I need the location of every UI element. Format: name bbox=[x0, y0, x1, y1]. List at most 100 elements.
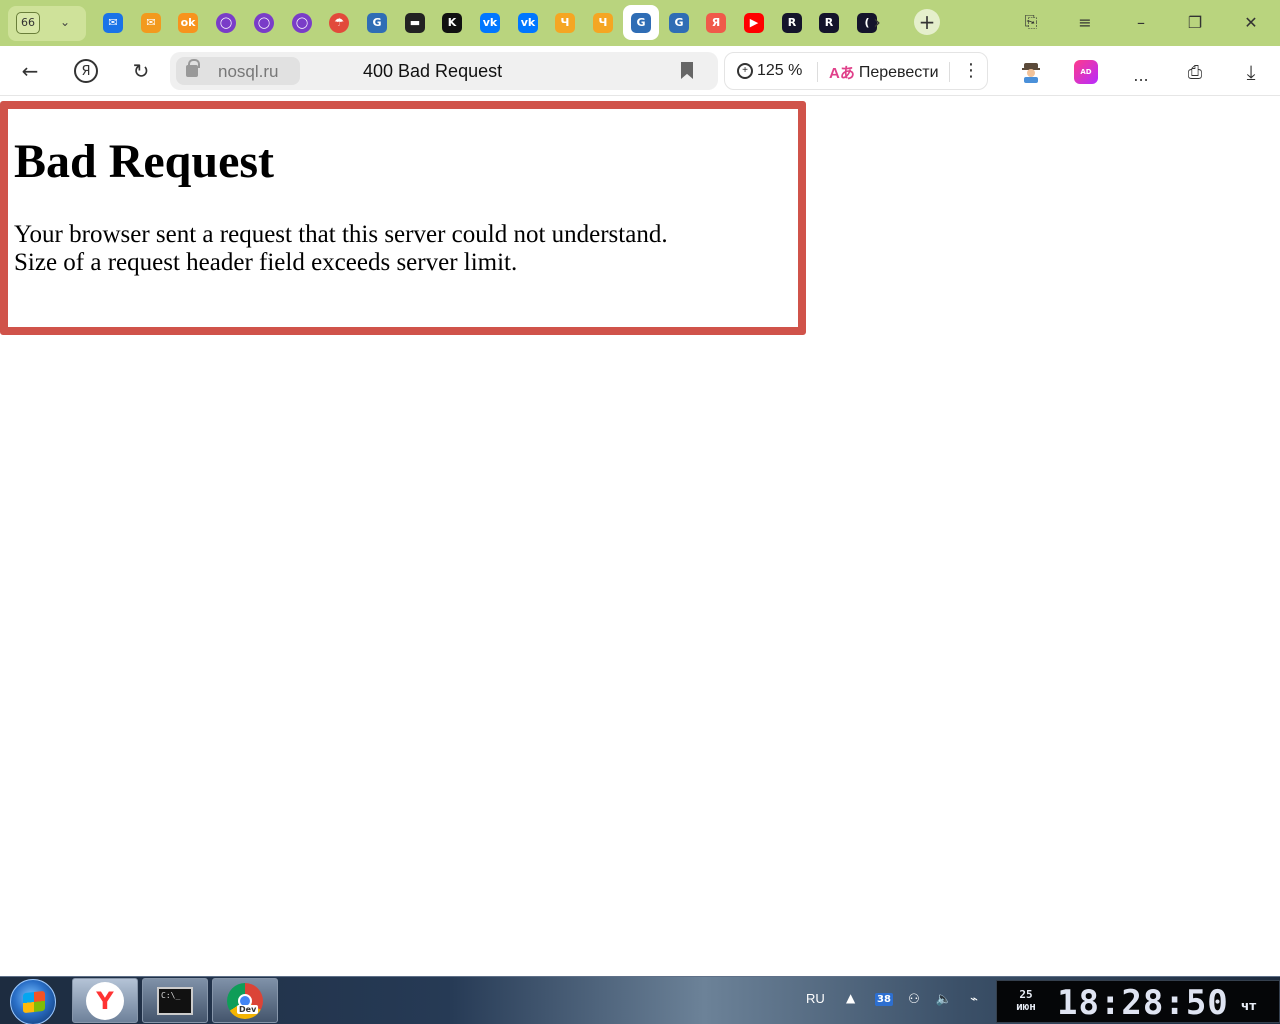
tab-strip: 66 ⌄ ✉ ✉ ok ◯ ◯ ◯ ☂ G ▬ Kvk vk Ч Ч G G Я ▶ R R( › + ⎘ ≡ – … bbox=[0, 0, 1280, 46]
menu-icon[interactable]: ≡ bbox=[1070, 8, 1100, 36]
browser-tab[interactable]: ✉ bbox=[95, 5, 131, 40]
language-indicator[interactable]: RU bbox=[806, 991, 825, 1006]
browser-tab[interactable]: vk bbox=[510, 5, 546, 40]
browser-tab[interactable]: vk bbox=[472, 5, 508, 40]
yandex-home-button[interactable]: Я bbox=[71, 56, 101, 86]
translate-icon: Aあ bbox=[829, 65, 855, 82]
clock-weekday: чт bbox=[1241, 999, 1257, 1013]
ring-icon: ◯ bbox=[254, 12, 274, 33]
browser-tab[interactable]: ▬ bbox=[397, 5, 433, 40]
minimize-button[interactable]: – bbox=[1126, 8, 1156, 36]
doc-icon: G bbox=[669, 12, 689, 33]
terminal-icon: C:\_ bbox=[157, 986, 193, 1015]
browser-tab[interactable]: R bbox=[774, 5, 810, 40]
translate-label: Перевести bbox=[858, 63, 939, 81]
zoom-level: 125 % bbox=[757, 62, 803, 79]
tray-badge-icon[interactable]: 38 bbox=[874, 989, 894, 1009]
rutube-icon: R bbox=[782, 12, 802, 33]
browser-tab[interactable]: G bbox=[661, 5, 697, 40]
doc-icon: G bbox=[367, 12, 387, 33]
back-button[interactable]: ← bbox=[15, 56, 45, 86]
site-info-button[interactable]: nosql.ru bbox=[176, 57, 300, 85]
divider bbox=[817, 62, 818, 82]
browser-tab[interactable]: ◯ bbox=[284, 5, 320, 40]
kebab-menu-icon[interactable]: ⋮ bbox=[962, 60, 980, 81]
browser-tab[interactable]: ☂ bbox=[321, 5, 357, 40]
taskbar-terminal[interactable]: C:\_ bbox=[142, 978, 208, 1023]
bookmark-icon[interactable] bbox=[681, 62, 693, 79]
page-actions: + 125 % Aあ Перевести ⋮ bbox=[724, 52, 988, 90]
download-icon[interactable]: ⤓ bbox=[1238, 59, 1264, 85]
chrome-dev-icon: Dev bbox=[227, 982, 263, 1019]
browser-tab[interactable]: ✉ bbox=[133, 5, 169, 40]
close-window-button[interactable]: ✕ bbox=[1236, 8, 1266, 36]
adblock-extension-icon[interactable]: AD bbox=[1073, 59, 1099, 85]
mail-icon: ✉ bbox=[103, 12, 123, 33]
clock-time: 18:28:50 bbox=[1057, 983, 1229, 1023]
shield-icon: Ч bbox=[593, 12, 613, 33]
browser-tab[interactable]: G bbox=[359, 5, 395, 40]
chevron-right-icon[interactable]: › bbox=[873, 10, 881, 34]
page-content: Bad Request Your browser sent a request … bbox=[0, 101, 806, 335]
browser-tab[interactable]: ◯ bbox=[208, 5, 244, 40]
start-button[interactable] bbox=[10, 979, 56, 1024]
reload-button[interactable]: ↻ bbox=[126, 56, 156, 86]
chevron-down-icon[interactable]: ⌄ bbox=[60, 15, 70, 29]
clock[interactable]: 25 июн 18:28:50 чт bbox=[996, 980, 1280, 1023]
vk-icon: vk bbox=[518, 12, 538, 33]
error-heading: Bad Request bbox=[14, 135, 275, 188]
restore-button[interactable]: ❐ bbox=[1180, 8, 1210, 36]
power-icon[interactable]: ⌁ bbox=[964, 989, 984, 1009]
browser-tab[interactable]: K bbox=[434, 5, 470, 40]
shield-icon: Ч bbox=[555, 12, 575, 33]
yandex-browser-icon: Y bbox=[86, 981, 124, 1020]
ring-icon: ◯ bbox=[216, 12, 236, 33]
address-domain: nosql.ru bbox=[218, 62, 279, 81]
browser-tab[interactable]: Я bbox=[698, 5, 734, 40]
zoom-button[interactable]: + 125 % bbox=[737, 62, 802, 80]
envelope-icon: ✉ bbox=[141, 12, 161, 33]
browser-tab[interactable]: Ч bbox=[585, 5, 621, 40]
error-message-line: Size of a request header field exceeds s… bbox=[14, 249, 518, 276]
doc-icon: G bbox=[631, 12, 651, 33]
browser-tab[interactable]: Ч bbox=[547, 5, 583, 40]
tab-group-button[interactable]: 66 ⌄ bbox=[8, 6, 86, 41]
show-hidden-icons-icon[interactable]: ▲ bbox=[846, 991, 855, 1005]
new-tab-button[interactable]: + bbox=[914, 9, 940, 35]
address-bar[interactable]: nosql.ru 400 Bad Request bbox=[170, 52, 718, 90]
address-page-title: 400 Bad Request bbox=[363, 61, 503, 81]
kinopoisk-icon: K bbox=[442, 12, 462, 33]
taskbar-chrome-dev[interactable]: Dev bbox=[212, 978, 278, 1023]
zoom-icon: + bbox=[737, 63, 753, 79]
odnoklassniki-icon: ok bbox=[178, 12, 198, 33]
youtube-icon: ▶ bbox=[744, 12, 764, 33]
terminal-icon: ▬ bbox=[405, 12, 425, 33]
network-user-icon[interactable]: ⚇ bbox=[904, 989, 924, 1009]
divider bbox=[949, 62, 950, 82]
browser-toolbar: ← Я ↻ nosql.ru 400 Bad Request + 125 % A… bbox=[0, 46, 1280, 96]
ring-icon: ◯ bbox=[292, 12, 312, 33]
error-message-line: Your browser sent a request that this se… bbox=[14, 221, 668, 248]
browser-tab[interactable]: ▶ bbox=[736, 5, 772, 40]
browser-tab[interactable]: ok bbox=[170, 5, 206, 40]
spy-extension-icon[interactable] bbox=[1018, 59, 1044, 85]
lock-icon bbox=[186, 59, 200, 77]
browser-tab[interactable]: G bbox=[623, 5, 659, 40]
more-extensions-button[interactable]: ... bbox=[1128, 62, 1154, 88]
taskbar-yandex-browser[interactable]: Y bbox=[72, 978, 138, 1023]
translate-button[interactable]: Aあ Перевести bbox=[829, 62, 939, 83]
volume-icon[interactable]: 🔈 bbox=[934, 989, 954, 1009]
umbrella-icon: ☂ bbox=[329, 12, 349, 33]
yandex-icon: Я bbox=[74, 59, 98, 83]
clock-date: 25 июн bbox=[1016, 988, 1036, 1013]
browser-tab[interactable]: R bbox=[811, 5, 847, 40]
taskbar: Y C:\_ Dev RU ▲ 38 ⚇ 🔈 ⌁ 25 июн 18:28:50… bbox=[0, 976, 1280, 1024]
vk-icon: vk bbox=[480, 12, 500, 33]
rutube-icon: R bbox=[819, 12, 839, 33]
reading-list-icon[interactable]: ⎙ bbox=[1182, 59, 1208, 85]
windows-logo-icon bbox=[23, 990, 45, 1014]
browser-tab[interactable]: ◯ bbox=[246, 5, 282, 40]
yandex-icon: Я bbox=[706, 12, 726, 33]
collections-icon[interactable]: ⎘ bbox=[1016, 8, 1046, 36]
tab-count: 66 bbox=[16, 12, 40, 34]
